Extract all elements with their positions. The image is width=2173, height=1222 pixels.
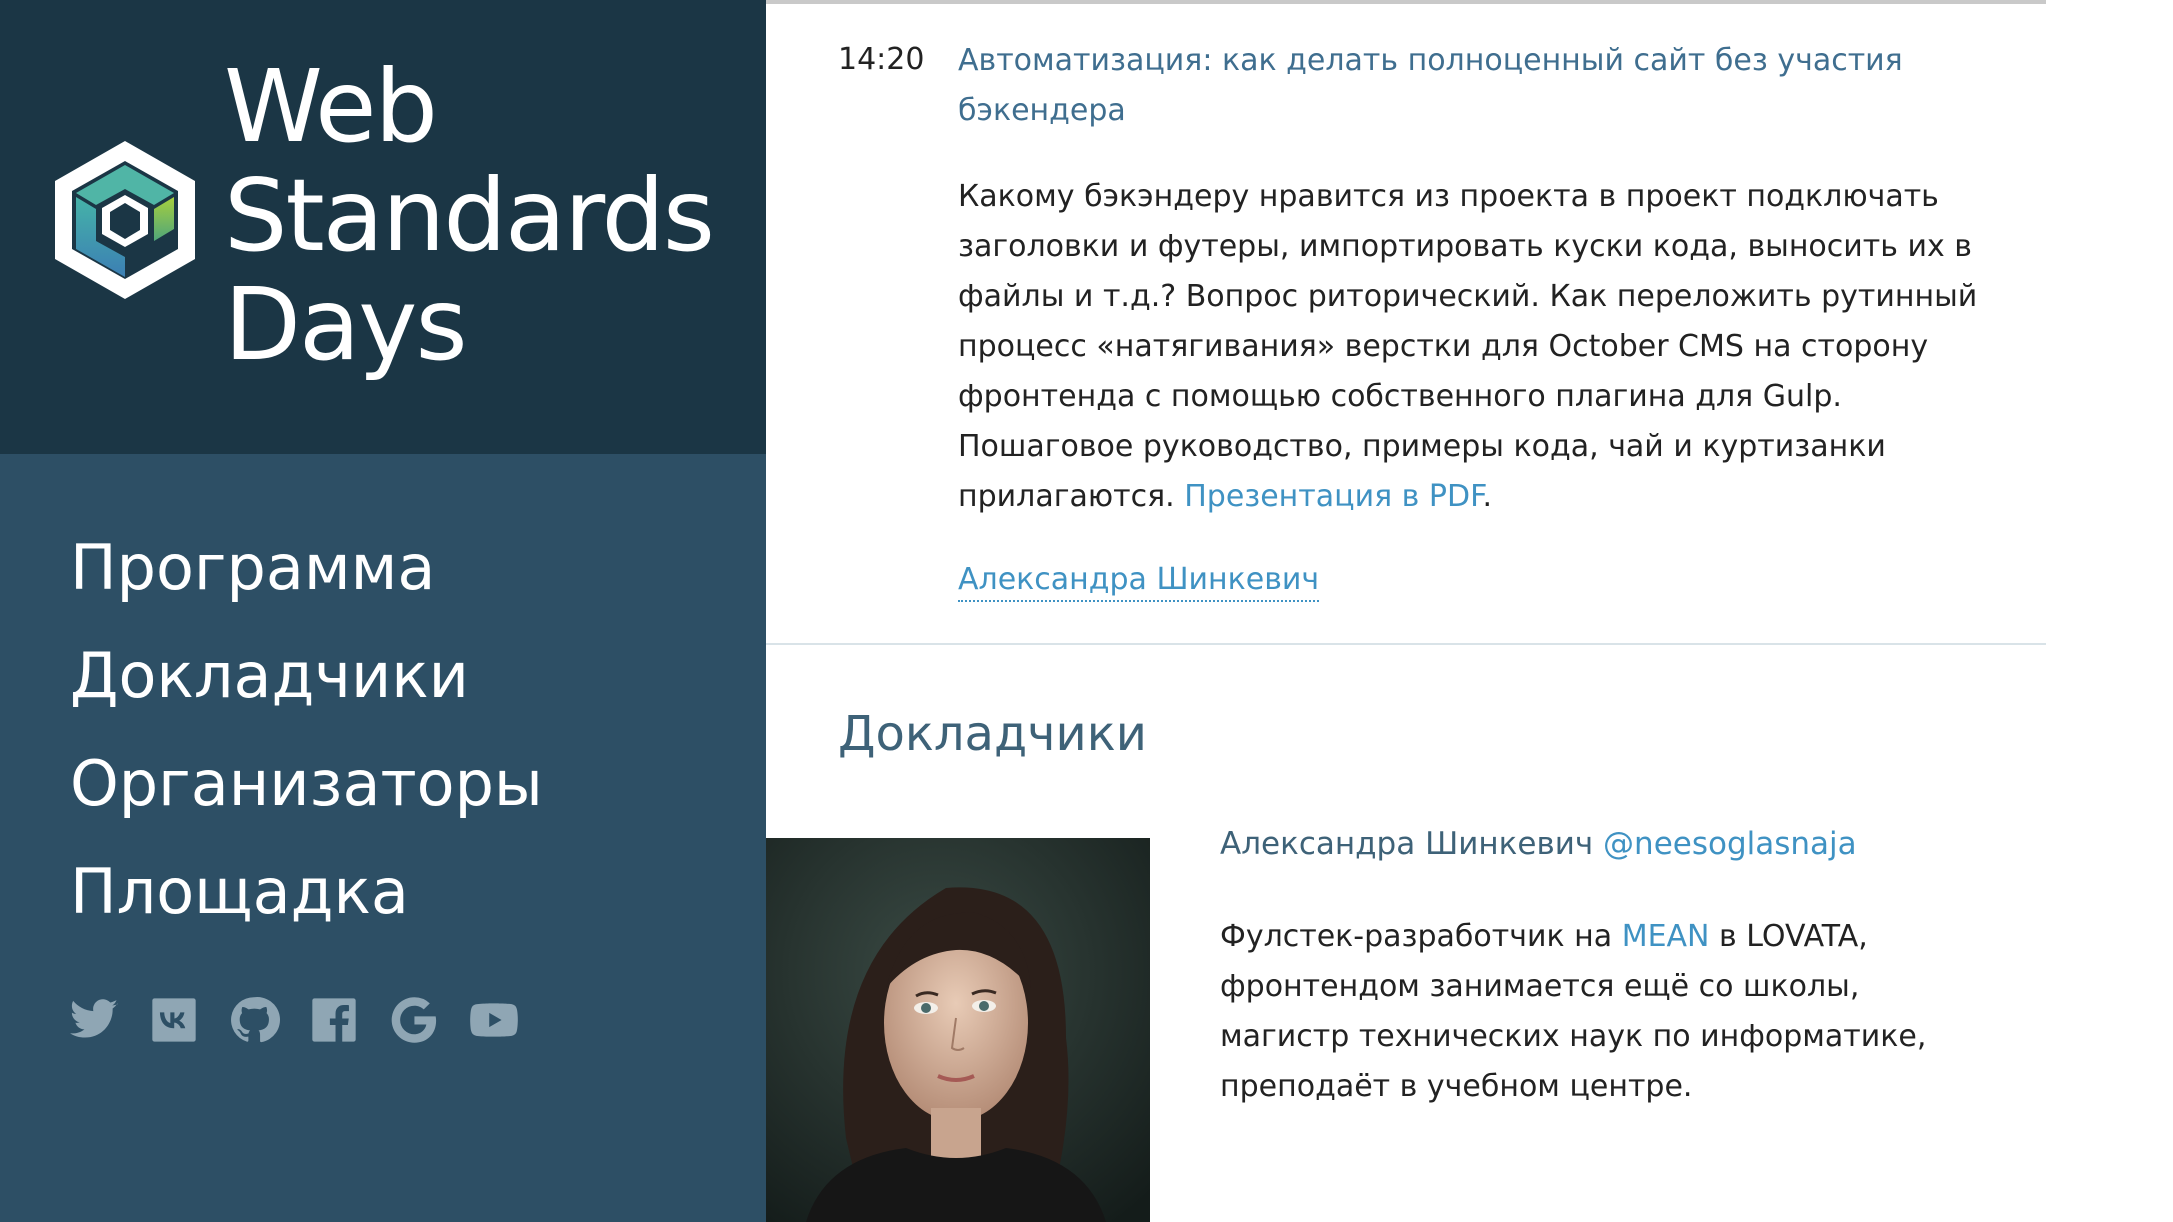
top-divider [766,0,2046,4]
brand-line-days: Days [224,266,468,383]
nav-item-organizers[interactable]: Организаторы [70,730,543,838]
speaker-name: Александра Шинкевич [1220,826,1594,862]
speaker-bio: Фулстек-разработчик на MEAN в LOVATA, фр… [1220,912,1980,1112]
presentation-pdf-link[interactable]: Презентация в PDF [1184,479,1482,514]
speaker-heading: Александра Шинкевич @neesoglasnaja [1220,826,1857,862]
talk-description-period: . [1482,479,1493,514]
nav-item-venue[interactable]: Площадка [70,838,543,946]
talk-title-link[interactable]: Автоматизация: как делать полноценный са… [958,36,1958,136]
brand-title: Web Standards Days [224,48,715,383]
brand-header[interactable]: Web Standards Days [0,0,766,454]
section-divider [766,643,2046,645]
sidebar: Web Standards Days Программа Докладчики … [0,0,766,1222]
speaker-twitter-handle-link[interactable]: @neesoglasnaja [1603,826,1857,862]
brand-line-standards: Standards [224,157,715,274]
social-links [68,990,548,1050]
speaker-portrait-image [766,838,1150,1222]
main-content: 14:20 Автоматизация: как делать полноцен… [766,0,2046,1222]
facebook-icon[interactable] [308,990,388,1050]
nav-item-speakers[interactable]: Докладчики [70,622,543,730]
talk-description: Какому бэкэндеру нравится из проекта в п… [958,172,2018,522]
twitter-icon[interactable] [68,990,148,1050]
mean-link[interactable]: MEAN [1622,919,1710,954]
github-icon[interactable] [228,990,308,1050]
vk-icon[interactable] [148,990,228,1050]
speaker-photo [766,838,1150,1222]
talk-description-text: Какому бэкэндеру нравится из проекта в п… [958,179,1978,514]
speaker-bio-before: Фулстек-разработчик на [1220,919,1622,954]
talk-time: 14:20 [838,42,925,77]
speakers-heading: Докладчики [838,706,1147,762]
nav-item-program[interactable]: Программа [70,514,543,622]
cube-logo-icon [55,141,195,299]
brand-line-web: Web [224,48,438,165]
talk-speaker-link[interactable]: Александра Шинкевич [958,560,1320,602]
main-nav: Программа Докладчики Организаторы Площад… [70,514,543,946]
youtube-icon[interactable] [468,990,548,1050]
google-icon[interactable] [388,990,468,1050]
